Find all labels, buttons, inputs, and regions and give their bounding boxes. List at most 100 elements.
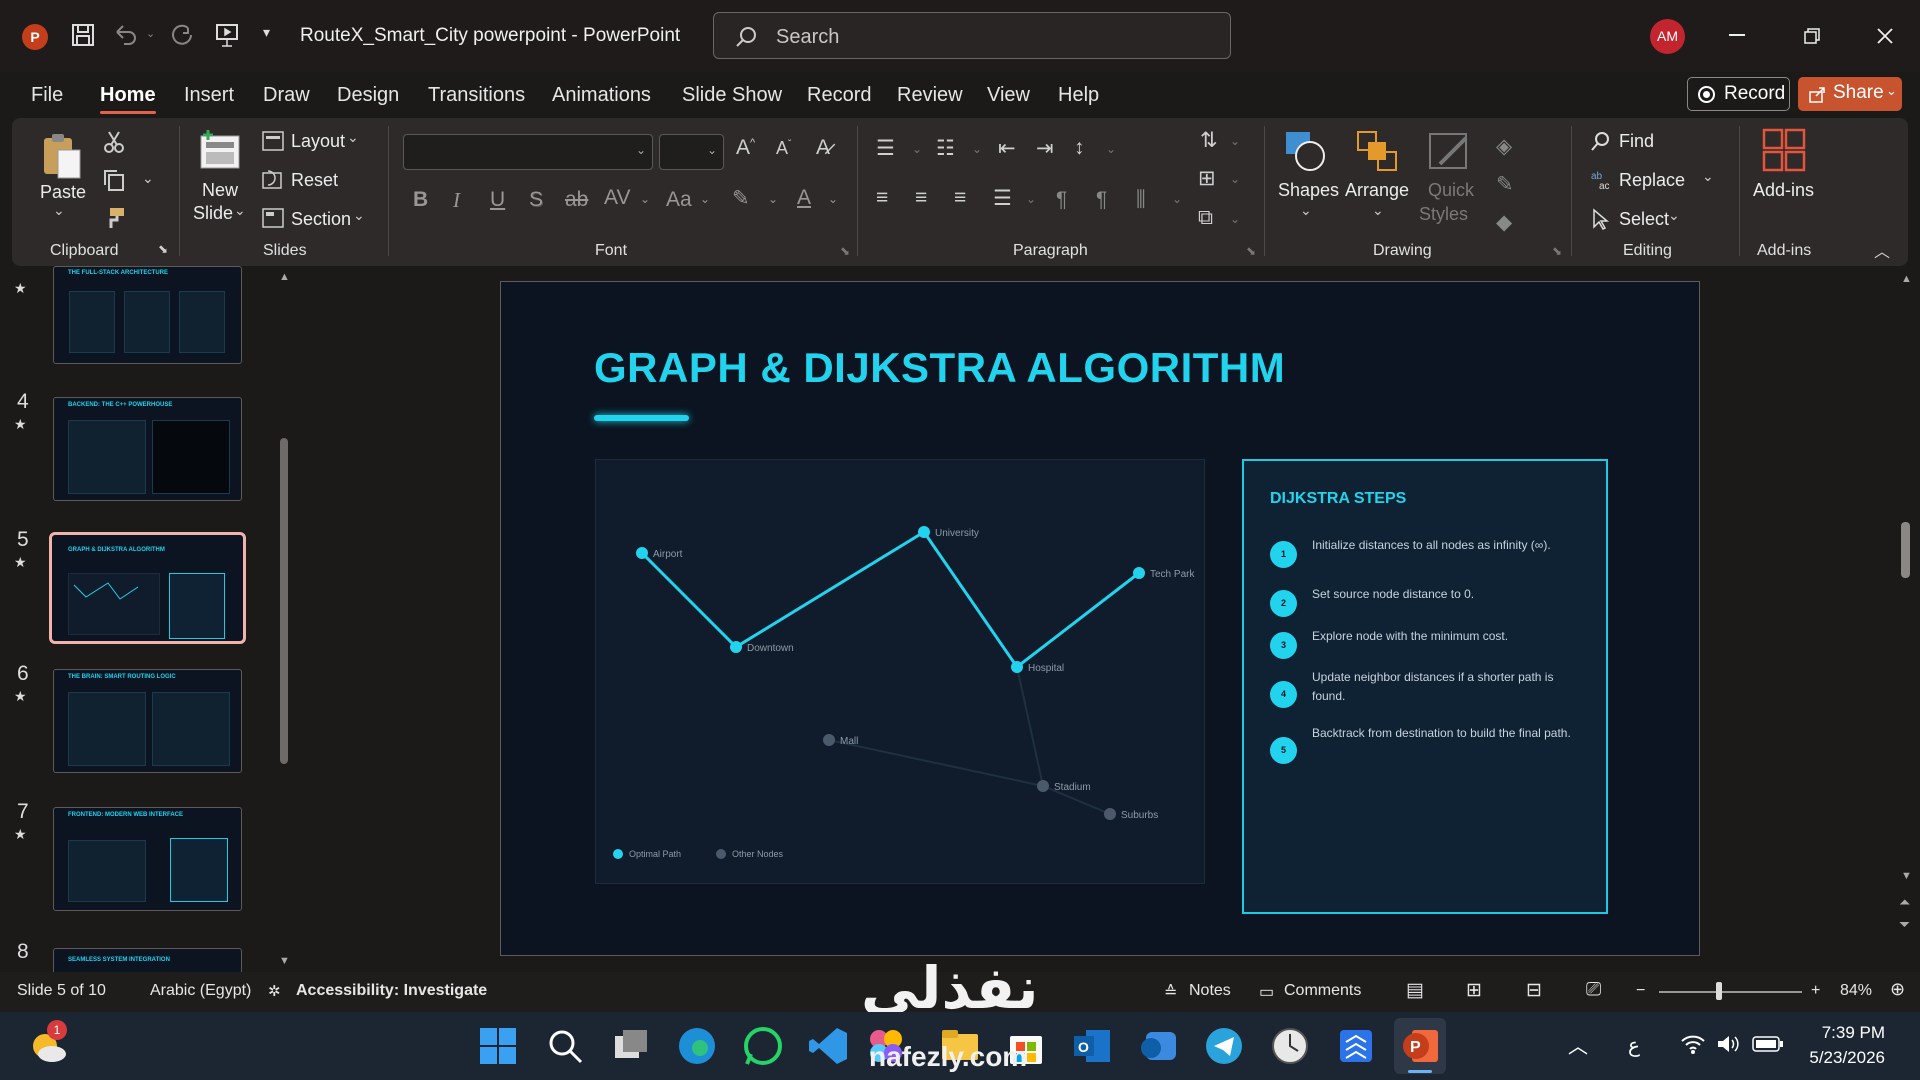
highlight-dropdown-icon[interactable]: ⌄: [768, 192, 778, 206]
undo-icon[interactable]: [112, 22, 138, 48]
undo-dropdown-icon[interactable]: ⌄: [146, 27, 155, 40]
find-button[interactable]: Find: [1619, 131, 1654, 152]
columns-icon[interactable]: ⫼: [1136, 188, 1146, 212]
clipboard-launcher-icon[interactable]: ⬊: [158, 242, 168, 256]
font-color-icon[interactable]: A: [797, 186, 811, 210]
zoom-slider[interactable]: [1659, 991, 1802, 993]
telegram-icon[interactable]: [1202, 1024, 1246, 1068]
new-slide-label-2[interactable]: Slide: [193, 203, 233, 224]
reset-icon[interactable]: [262, 170, 284, 190]
font-color-dropdown-icon[interactable]: ⌄: [828, 192, 838, 206]
weather-widget-icon[interactable]: 1: [27, 1020, 71, 1068]
previous-slide-icon[interactable]: ⏶: [1899, 894, 1910, 911]
show-hidden-icons[interactable]: ︿: [1568, 1030, 1588, 1059]
zoom-slider-thumb[interactable]: [1716, 982, 1722, 1000]
graph-panel[interactable]: Airport Downtown University Hospital Tec…: [595, 459, 1205, 884]
system-clock[interactable]: 7:39 PM 5/23/2026: [1805, 1020, 1885, 1070]
tab-help[interactable]: Help: [1058, 84, 1099, 107]
align-center-icon[interactable]: ≡: [915, 186, 927, 210]
zoom-level[interactable]: 84%: [1840, 982, 1872, 1000]
clear-formatting-icon[interactable]: A̷: [816, 136, 830, 160]
columns-dropdown-icon[interactable]: ⌄: [1172, 192, 1182, 206]
paste-dropdown-icon[interactable]: ⌄: [53, 202, 65, 219]
smartart-icon[interactable]: ⧉: [1198, 206, 1213, 230]
section-button[interactable]: Section: [291, 209, 351, 230]
replace-button[interactable]: Replace: [1619, 170, 1685, 191]
outlook-icon[interactable]: [1136, 1024, 1180, 1068]
new-slide-dropdown-icon[interactable]: ⌄: [234, 202, 246, 219]
font-size-input[interactable]: ⌄: [659, 134, 724, 170]
line-spacing-dropdown-icon[interactable]: ⌄: [1106, 142, 1116, 156]
shapes-icon[interactable]: [1282, 128, 1330, 174]
layout-chevron-icon[interactable]: ⌄: [347, 129, 359, 146]
smartart-dropdown-icon[interactable]: ⌄: [1230, 212, 1240, 226]
clock-app-icon[interactable]: [1268, 1024, 1312, 1068]
language-indicator[interactable]: Arabic (Egypt): [150, 982, 251, 1000]
slide-thumbnail-5[interactable]: GRAPH & DIJKSTRA ALGORITHM: [49, 532, 246, 644]
next-slide-icon[interactable]: ⏷: [1899, 916, 1910, 933]
reset-button[interactable]: Reset: [291, 170, 338, 191]
search-box[interactable]: Search: [713, 12, 1231, 59]
section-icon[interactable]: [262, 208, 284, 228]
italic-icon[interactable]: I: [453, 188, 460, 213]
slide-scrollbar[interactable]: ▲ ▼ ⏶ ⏷: [1893, 266, 1920, 972]
quick-styles-icon[interactable]: [1426, 128, 1474, 174]
zoom-out-icon[interactable]: −: [1636, 982, 1645, 1000]
customize-toolbar-icon[interactable]: ▾: [263, 24, 270, 41]
reading-view-icon[interactable]: ⊟: [1526, 979, 1542, 1002]
section-chevron-icon[interactable]: ⌄: [353, 207, 365, 224]
tab-design[interactable]: Design: [337, 84, 399, 107]
task-view-icon[interactable]: [609, 1024, 653, 1068]
tab-draw[interactable]: Draw: [263, 84, 310, 107]
select-button[interactable]: Select: [1619, 209, 1669, 230]
character-spacing-dropdown-icon[interactable]: ⌄: [640, 192, 650, 206]
align-right-icon[interactable]: ≡: [954, 186, 966, 210]
select-dropdown-icon[interactable]: ⌄: [1668, 207, 1680, 224]
outlook-classic-icon[interactable]: O: [1070, 1024, 1114, 1068]
avatar[interactable]: AM: [1650, 19, 1685, 54]
format-painter-icon[interactable]: [102, 206, 126, 230]
text-direction-dropdown-icon[interactable]: ⌄: [1230, 134, 1240, 148]
text-direction-icon[interactable]: ⇅: [1200, 128, 1218, 153]
input-language[interactable]: ع: [1628, 1033, 1640, 1058]
bold-icon[interactable]: B: [413, 188, 428, 212]
character-spacing-icon[interactable]: AV: [604, 186, 630, 210]
restore-icon[interactable]: [1803, 27, 1821, 45]
whatsapp-icon[interactable]: [741, 1024, 785, 1068]
normal-view-icon[interactable]: ▤: [1406, 979, 1424, 1002]
present-from-start-icon[interactable]: [214, 22, 240, 48]
vscode-icon[interactable]: [807, 1024, 851, 1068]
bullets-dropdown-icon[interactable]: ⌄: [912, 142, 922, 156]
notes-button[interactable]: Notes: [1189, 982, 1231, 1000]
slide-counter[interactable]: Slide 5 of 10: [17, 982, 106, 1000]
tab-animations[interactable]: Animations: [552, 84, 651, 107]
arrange-icon[interactable]: [1354, 128, 1402, 174]
ltr-icon[interactable]: ¶: [1056, 188, 1067, 212]
shape-effects-icon[interactable]: ◆: [1496, 210, 1512, 235]
wifi-icon[interactable]: [1680, 1032, 1706, 1056]
replace-dropdown-icon[interactable]: ⌄: [1702, 168, 1714, 185]
tab-transitions[interactable]: Transitions: [428, 84, 525, 107]
slide-canvas[interactable]: GRAPH & DIJKSTRA ALGORITHM Airport Downt…: [500, 281, 1700, 956]
edge-icon[interactable]: [675, 1024, 719, 1068]
font-family-input[interactable]: ⌄: [403, 134, 653, 170]
close-icon[interactable]: [1876, 27, 1894, 45]
paste-label[interactable]: Paste: [40, 182, 86, 203]
shape-outline-icon[interactable]: ✎: [1496, 172, 1514, 197]
tab-insert[interactable]: Insert: [184, 84, 234, 107]
justify-dropdown-icon[interactable]: ⌄: [1026, 192, 1036, 206]
arrange-dropdown-icon[interactable]: ⌄: [1372, 202, 1384, 219]
share-button[interactable]: Share ⌄: [1798, 77, 1902, 111]
record-button[interactable]: Record: [1687, 77, 1790, 111]
shape-fill-icon[interactable]: ◈: [1496, 134, 1512, 159]
fit-slide-icon[interactable]: ⊕: [1890, 979, 1905, 1000]
change-case-dropdown-icon[interactable]: ⌄: [700, 192, 710, 206]
copy-dropdown-icon[interactable]: ⌄: [142, 170, 154, 187]
steps-panel[interactable]: DIJKSTRA STEPS 1 Initialize distances to…: [1242, 459, 1608, 914]
add-ins-icon[interactable]: [1762, 128, 1806, 172]
tab-review[interactable]: Review: [897, 84, 963, 107]
slide-sorter-icon[interactable]: ⊞: [1466, 979, 1482, 1002]
scroll-down-icon[interactable]: ▼: [1901, 870, 1912, 882]
line-spacing-icon[interactable]: ↕: [1074, 136, 1085, 160]
justify-icon[interactable]: ☰: [993, 186, 1012, 211]
